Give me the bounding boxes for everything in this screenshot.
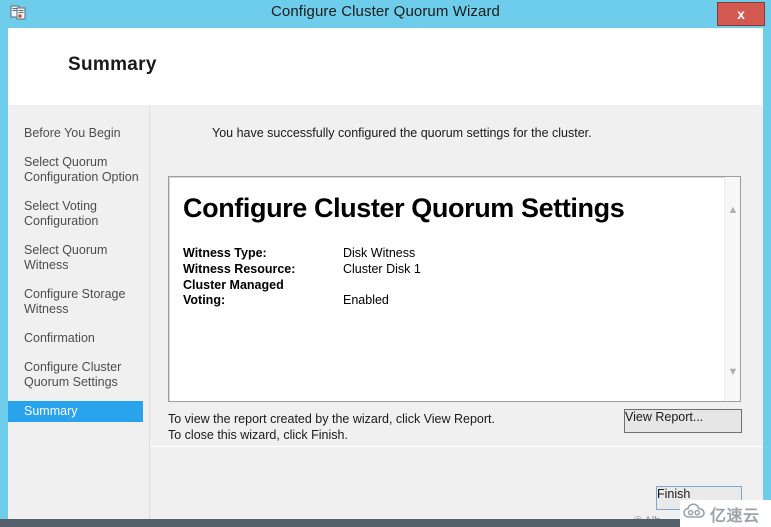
report-row-value: Cluster Disk 1 xyxy=(343,262,421,276)
report-row-value: Enabled xyxy=(343,293,389,307)
report-row-value: Disk Witness xyxy=(343,246,416,260)
close-button[interactable]: x xyxy=(717,2,765,26)
report-row: Cluster Managed Voting: Enabled xyxy=(183,278,725,308)
hint-line-1: To view the report created by the wizard… xyxy=(168,412,495,426)
sidebar-item-select-quorum-witness[interactable]: Select Quorum Witness xyxy=(8,240,149,276)
content-area: Before You Begin Select Quorum Configura… xyxy=(8,106,763,527)
window-body: Summary Before You Begin Select Quorum C… xyxy=(8,28,763,527)
watermark-text: 亿速云 xyxy=(710,507,760,525)
sidebar-item-confirmation[interactable]: Confirmation xyxy=(8,328,149,349)
report-panel: Configure Cluster Quorum Settings Witnes… xyxy=(168,176,741,402)
sidebar-item-select-quorum-configuration-option[interactable]: Select Quorum Configuration Option xyxy=(8,152,149,188)
report-row-label: Cluster Managed Voting: xyxy=(183,278,284,307)
sidebar-item-configure-cluster-quorum-settings[interactable]: Configure Cluster Quorum Settings xyxy=(8,357,149,393)
wizard-window: Configure Cluster Quorum Wizard x Summar… xyxy=(0,0,771,527)
report-row: Witness Resource: Cluster Disk 1 xyxy=(183,262,725,277)
cloud-icon xyxy=(683,502,707,525)
report-row: Witness Type: Disk Witness xyxy=(183,246,725,261)
chevron-up-icon[interactable]: ▲ xyxy=(725,201,740,219)
report-content: Configure Cluster Quorum Settings Witnes… xyxy=(169,177,725,401)
report-title: Configure Cluster Quorum Settings xyxy=(183,193,625,223)
report-row-label: Witness Resource: xyxy=(183,262,296,276)
view-report-button[interactable]: View Report... xyxy=(624,409,742,433)
page-title: Summary xyxy=(68,54,157,75)
chevron-down-icon[interactable]: ▼ xyxy=(725,363,740,381)
report-scrollbar[interactable]: ▲ ▼ xyxy=(724,177,740,401)
sidebar-item-before-you-begin[interactable]: Before You Begin xyxy=(8,123,149,144)
watermark: 亿速云 xyxy=(680,500,771,527)
report-row-label: Witness Type: xyxy=(183,246,267,260)
sidebar-item-select-voting-configuration[interactable]: Select Voting Configuration xyxy=(8,196,149,232)
hint-line-2: To close this wizard, click Finish. xyxy=(168,428,348,442)
page-banner: Summary xyxy=(8,28,763,106)
footer-bar: Finish © Alb xyxy=(150,446,763,527)
sidebar-item-configure-storage-witness[interactable]: Configure Storage Witness xyxy=(8,284,149,320)
window-title: Configure Cluster Quorum Wizard xyxy=(270,3,500,20)
report-rows: Witness Type: Disk Witness Witness Resou… xyxy=(183,246,725,308)
window-bottom-edge xyxy=(0,519,771,527)
hint-text: To view the report created by the wizard… xyxy=(168,411,495,443)
sidebar-item-summary[interactable]: Summary xyxy=(8,401,143,422)
wizard-steps-sidebar: Before You Begin Select Quorum Configura… xyxy=(8,106,150,519)
intro-text: You have successfully configured the quo… xyxy=(212,126,592,140)
title-bar: Configure Cluster Quorum Wizard x xyxy=(0,0,771,28)
